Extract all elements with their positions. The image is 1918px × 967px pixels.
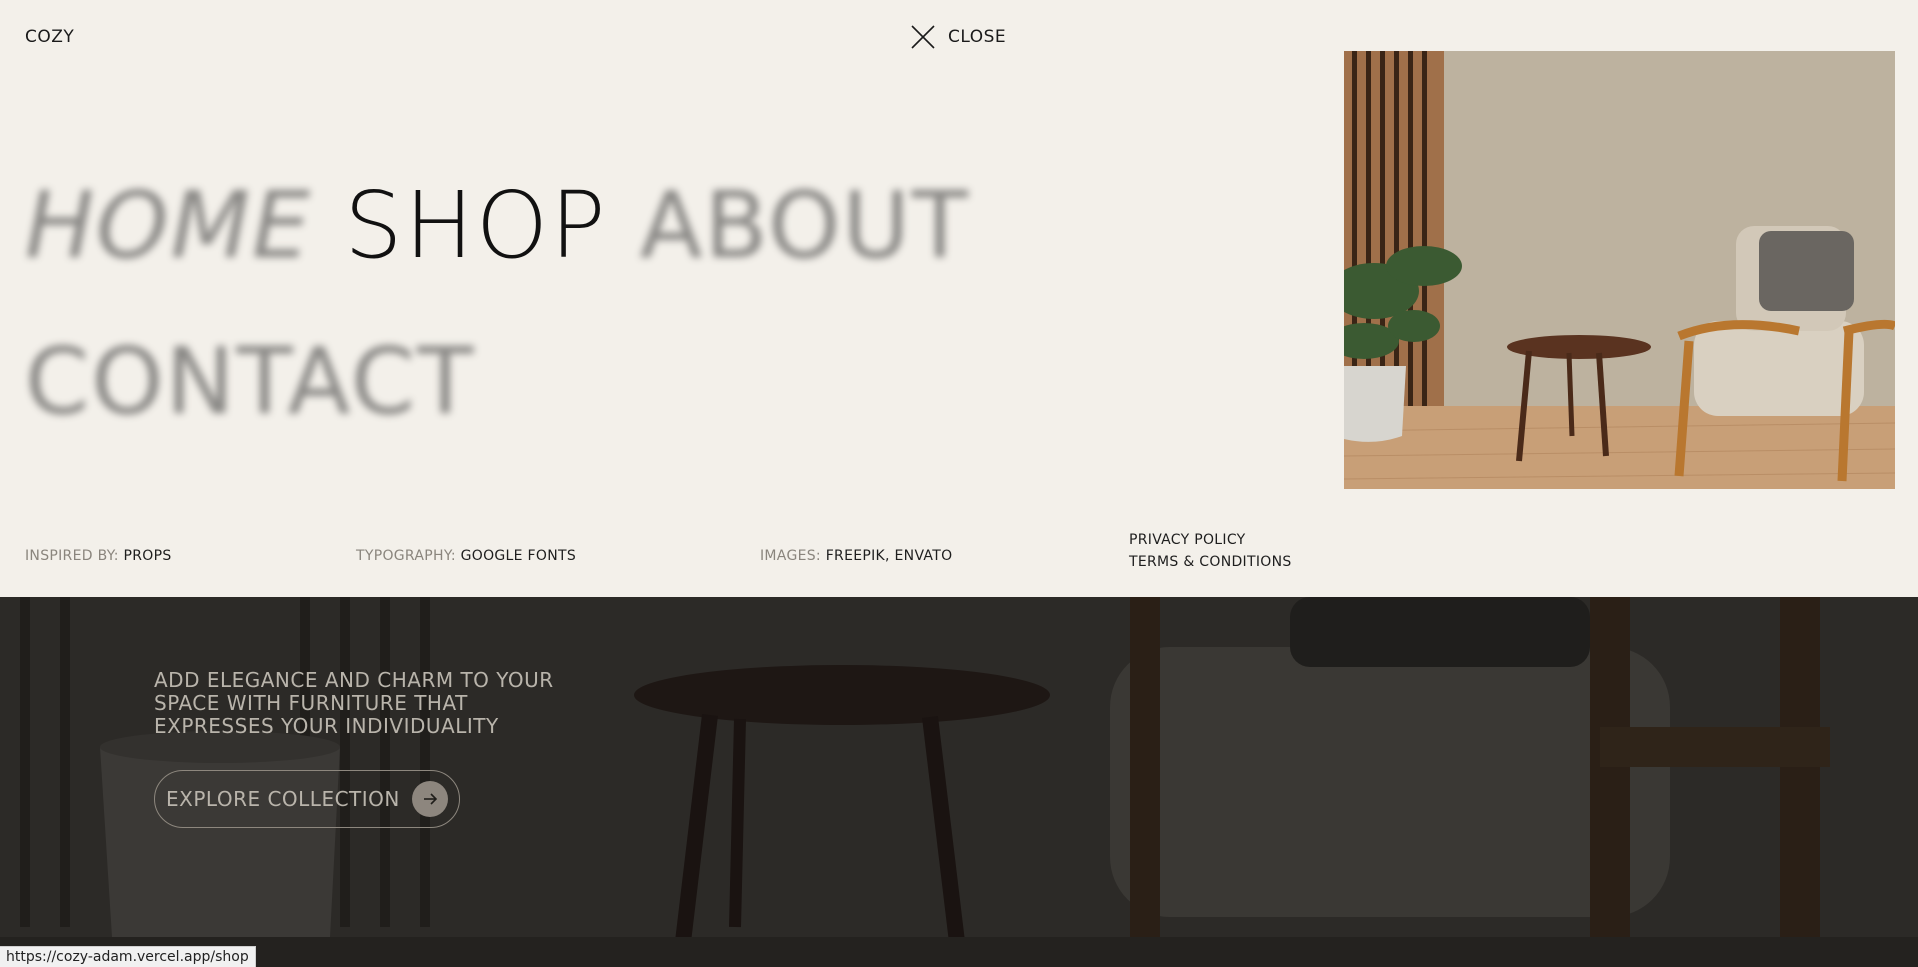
credit-inspired-link[interactable]: PROPS: [123, 548, 171, 564]
close-icon: [911, 25, 935, 49]
close-menu-button[interactable]: CLOSE: [910, 24, 1006, 50]
status-bar-url: https://cozy-adam.vercel.app/shop: [0, 946, 256, 967]
menu-overlay: COZY CLOSE HOME SHOP ABOUT CONTACT INSPI…: [0, 0, 1918, 597]
credit-inspired: INSPIRED BY: PROPS: [25, 548, 172, 564]
nav-row-primary: HOME SHOP ABOUT: [25, 180, 970, 272]
credit-typography-label: TYPOGRAPHY:: [356, 548, 456, 564]
nav-row-secondary: CONTACT: [25, 336, 475, 428]
legal-links: PRIVACY POLICY TERMS & CONDITIONS: [1129, 529, 1292, 573]
nav-link-contact[interactable]: CONTACT: [25, 336, 475, 428]
brand-logo[interactable]: COZY: [25, 27, 74, 47]
privacy-policy-link[interactable]: PRIVACY POLICY: [1129, 529, 1292, 551]
credit-images-label: IMAGES:: [760, 548, 821, 564]
credit-images: IMAGES: FREEPIK, ENVATO: [760, 548, 952, 564]
menu-preview-image: [1344, 51, 1895, 489]
close-label: CLOSE: [948, 27, 1007, 47]
explore-collection-label: EXPLORE COLLECTION: [166, 787, 400, 811]
credit-typography-link[interactable]: GOOGLE FONTS: [461, 548, 576, 564]
hero-section: ADD ELEGANCE AND CHARM TO YOUR SPACE WIT…: [0, 597, 1918, 967]
credit-images-link[interactable]: FREEPIK, ENVATO: [826, 548, 953, 564]
nav-link-home[interactable]: HOME: [25, 180, 312, 272]
explore-collection-button[interactable]: EXPLORE COLLECTION: [154, 770, 460, 828]
credit-inspired-label: INSPIRED BY:: [25, 548, 119, 564]
hero-tagline: ADD ELEGANCE AND CHARM TO YOUR SPACE WIT…: [154, 668, 554, 738]
terms-link[interactable]: TERMS & CONDITIONS: [1129, 551, 1292, 573]
nav-link-about[interactable]: ABOUT: [640, 180, 970, 272]
arrow-right-icon: [411, 781, 448, 817]
credit-typography: TYPOGRAPHY: GOOGLE FONTS: [356, 548, 576, 564]
nav-link-shop[interactable]: SHOP: [344, 180, 607, 272]
